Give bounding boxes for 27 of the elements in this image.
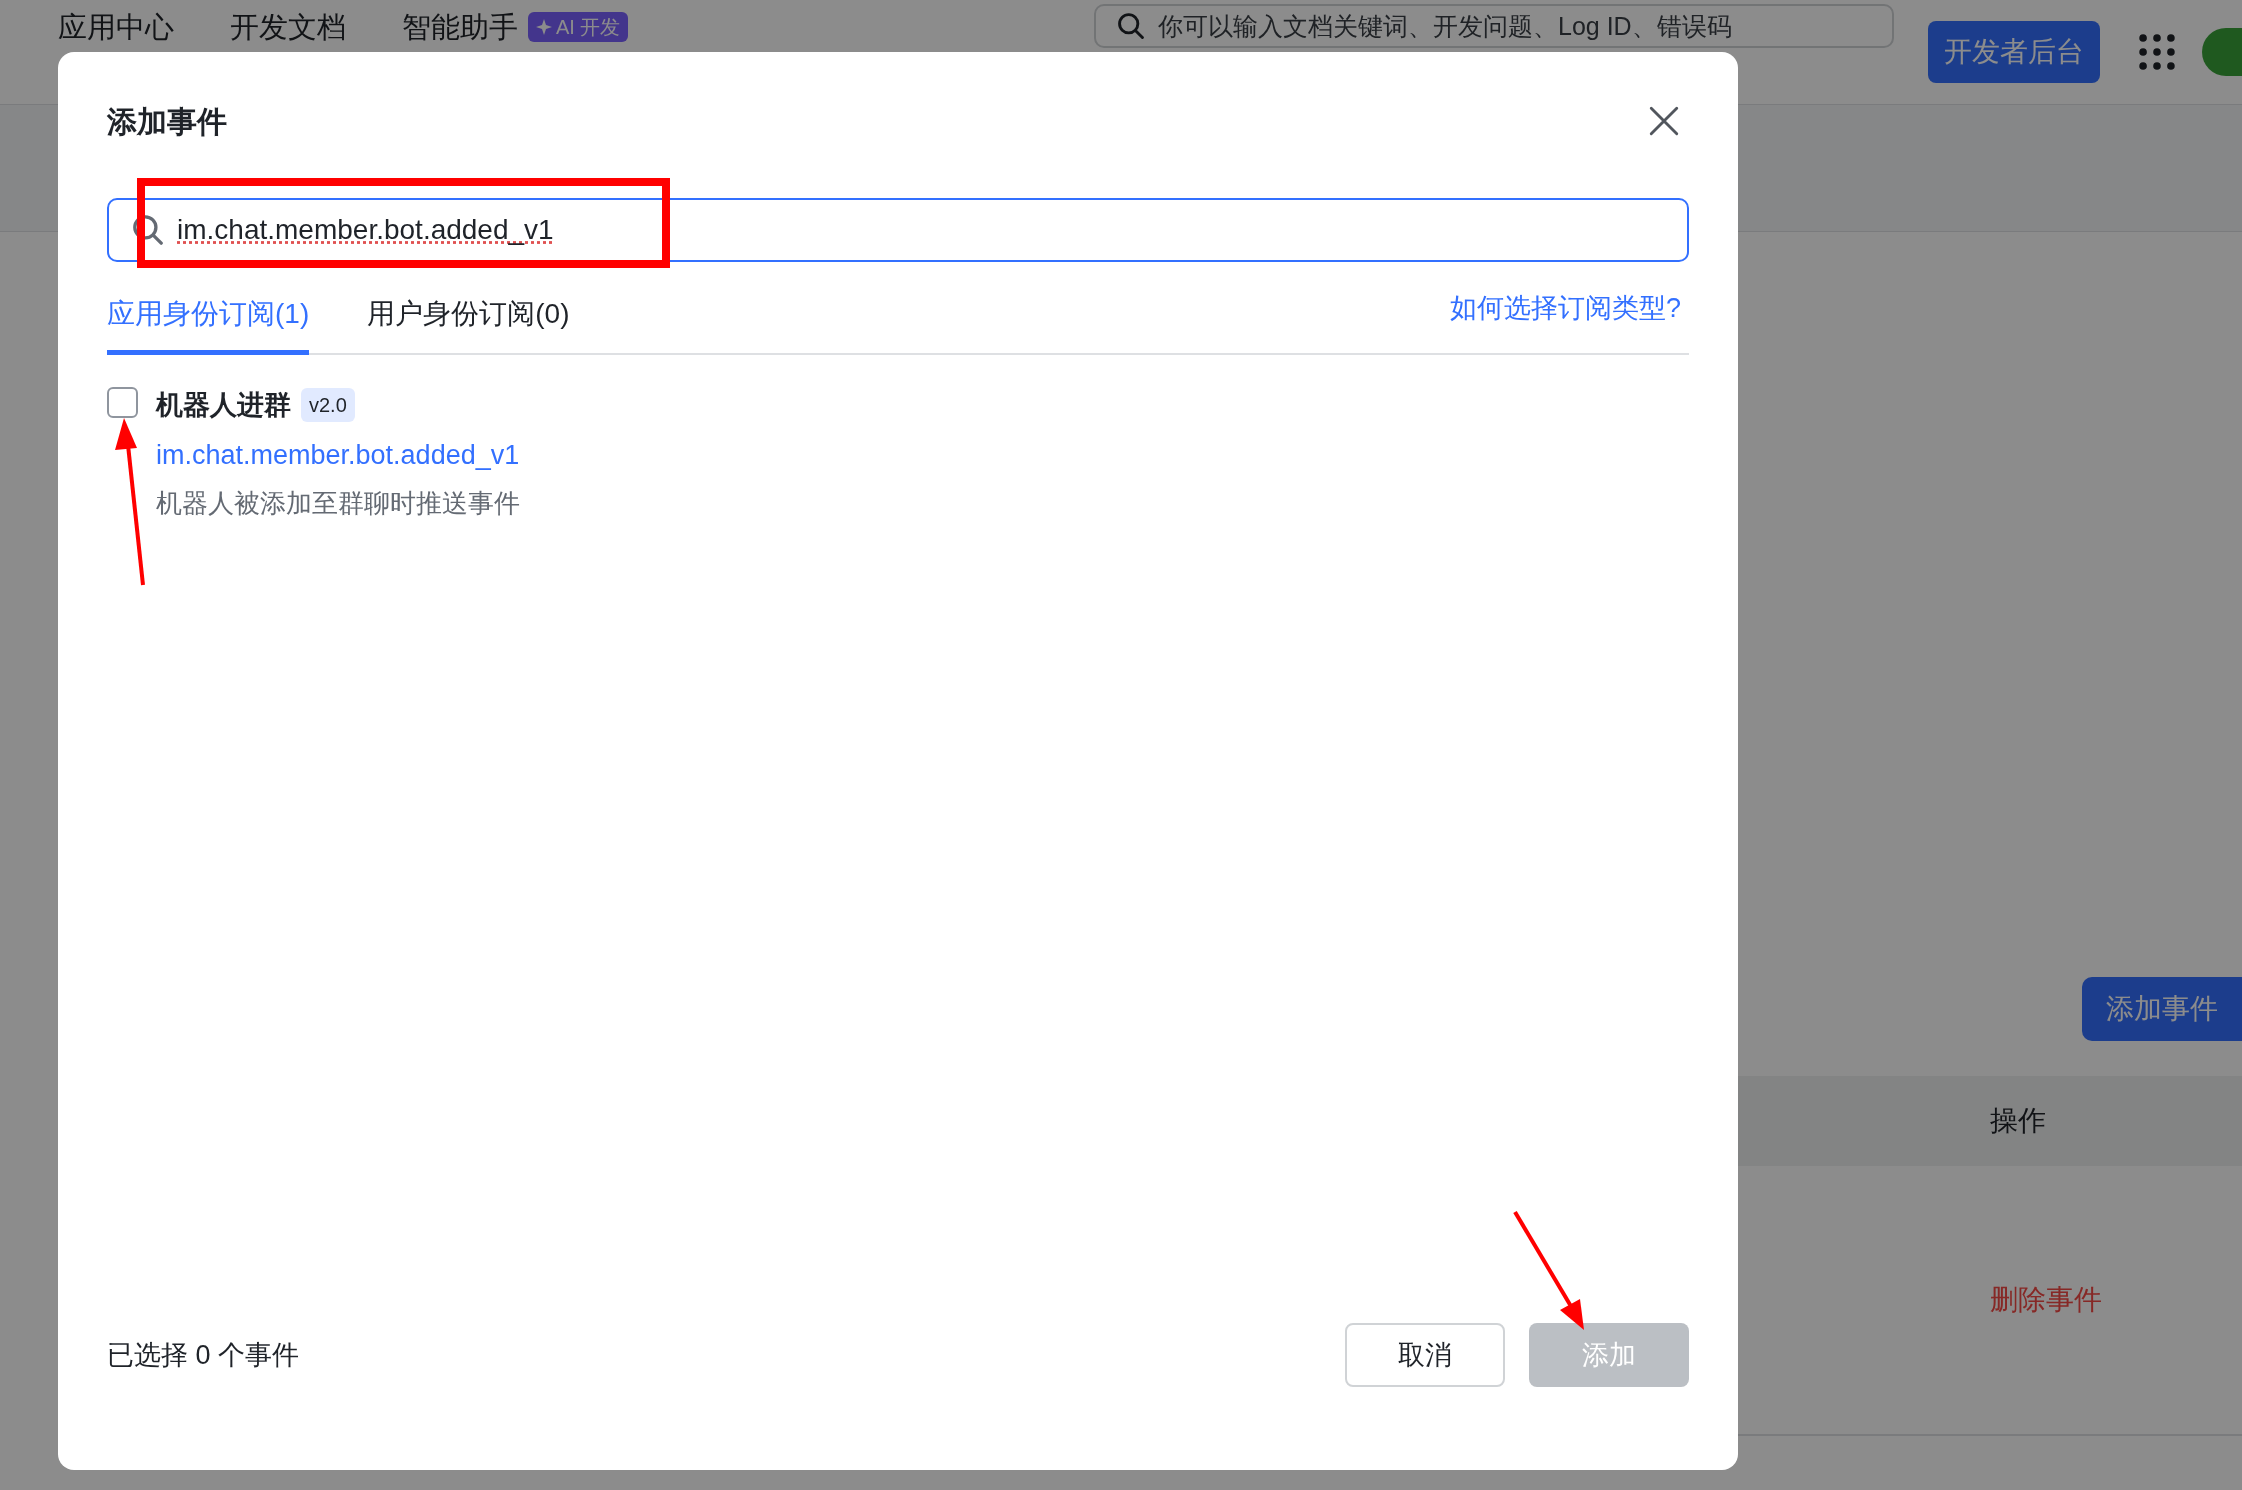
dialog-title: 添加事件 xyxy=(107,103,227,140)
search-icon xyxy=(133,215,163,245)
close-icon[interactable] xyxy=(1647,104,1681,138)
search-field[interactable]: im.chat.member.bot.added_v1 xyxy=(107,198,1689,262)
add-event-button[interactable]: 添加事件 xyxy=(2082,977,2242,1041)
event-description: 机器人被添加至群聊时推送事件 xyxy=(156,486,520,520)
nav-link[interactable]: 应用中心 xyxy=(58,10,174,44)
event-key-link[interactable]: im.chat.member.bot.added_v1 xyxy=(156,435,520,476)
ai-badge: AI 开发 xyxy=(528,12,629,42)
event-name: 机器人进群 xyxy=(156,388,291,422)
selection-summary: 已选择 0 个事件 xyxy=(107,1338,300,1372)
apps-grid-icon[interactable] xyxy=(2138,33,2176,71)
checkbox[interactable] xyxy=(107,386,138,418)
tab[interactable]: 用户身份订阅(0) xyxy=(367,288,570,355)
nav-link[interactable]: 智能助手 xyxy=(402,10,518,44)
nav-link[interactable]: 开发文档 xyxy=(230,10,346,44)
column-header: 操作 xyxy=(1990,1104,2046,1138)
search-field[interactable]: 你可以输入文档关键词、开发问题、Log ID、错误码 xyxy=(1094,4,1894,48)
version-badge: v2.0 xyxy=(301,387,355,422)
cancel-button[interactable]: 取消 xyxy=(1345,1323,1505,1387)
sparkle-icon xyxy=(536,19,552,35)
avatar[interactable] xyxy=(2202,28,2242,76)
console-button[interactable]: 开发者后台 xyxy=(1928,21,2100,83)
help-link[interactable]: 如何选择订阅类型? xyxy=(1449,288,1681,329)
tab[interactable]: 应用身份订阅(1) xyxy=(107,288,310,355)
search-icon xyxy=(1118,13,1144,39)
delete-event-link[interactable]: 删除事件 xyxy=(1990,1279,2102,1321)
